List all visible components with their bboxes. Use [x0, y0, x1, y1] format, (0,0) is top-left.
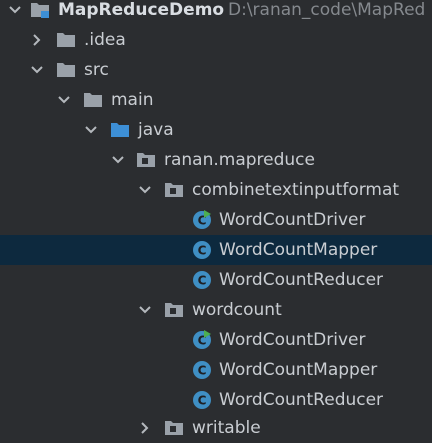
tree-row-class[interactable]: C WordCountMapper [0, 355, 432, 385]
chevron-down-icon[interactable] [108, 150, 128, 170]
project-name: MapReduceDemo [58, 0, 225, 20]
tree-item-label: wordcount [192, 300, 282, 320]
chevron-down-icon[interactable] [54, 90, 74, 110]
tree-row-class[interactable]: C WordCountReducer [0, 385, 432, 415]
svg-text:C: C [198, 274, 207, 288]
tree-row-package-ranan-mapreduce[interactable]: ranan.mapreduce [0, 145, 432, 175]
svg-text:C: C [198, 364, 207, 378]
tree-item-label: WordCountMapper [219, 240, 378, 260]
tree-item-label: combinetextinputformat [192, 180, 400, 200]
module-folder-icon [30, 0, 50, 20]
chevron-down-icon[interactable] [27, 60, 47, 80]
tree-row-class[interactable]: C WordCountDriver [0, 325, 432, 355]
tree-item-label: main [111, 90, 154, 110]
chevron-down-icon[interactable] [81, 120, 101, 140]
package-icon [164, 180, 184, 200]
tree-row-src[interactable]: src [0, 55, 432, 85]
class-icon: C [192, 360, 212, 380]
package-icon [164, 418, 184, 438]
chevron-down-icon[interactable] [135, 180, 155, 200]
tree-item-label: .idea [84, 30, 126, 50]
package-icon [136, 150, 156, 170]
tree-item-label: WordCountDriver [219, 210, 366, 230]
class-icon: C [192, 270, 212, 290]
tree-row-class[interactable]: C WordCountDriver [0, 205, 432, 235]
tree-item-label: WordCountMapper [219, 360, 378, 380]
source-root-folder-icon [110, 120, 130, 140]
tree-row-package-writable[interactable]: writable [0, 413, 432, 443]
class-icon: C [192, 240, 212, 260]
package-icon [164, 300, 184, 320]
tree-row-package-combinetextinputformat[interactable]: combinetextinputformat [0, 175, 432, 205]
tree-item-label: WordCountReducer [219, 390, 384, 410]
tree-item-label: writable [192, 418, 261, 438]
chevron-down-icon[interactable] [135, 300, 155, 320]
svg-text:C: C [198, 394, 207, 408]
tree-row-class-selected[interactable]: C WordCountMapper [0, 235, 432, 265]
tree-item-label: src [84, 60, 109, 80]
folder-icon [83, 90, 103, 110]
project-tree: MapReduceDemo D:\ranan_code\MapRed .idea… [0, 0, 432, 440]
tree-row-package-wordcount[interactable]: wordcount [0, 295, 432, 325]
tree-item-label: WordCountDriver [219, 330, 366, 350]
tree-row-java[interactable]: java [0, 115, 432, 145]
folder-icon [56, 60, 76, 80]
tree-item-label: ranan.mapreduce [164, 150, 315, 170]
tree-row-class[interactable]: C WordCountReducer [0, 265, 432, 295]
chevron-right-icon[interactable] [27, 30, 47, 50]
chevron-right-icon[interactable] [135, 418, 155, 438]
tree-row-main[interactable]: main [0, 85, 432, 115]
svg-text:C: C [198, 244, 207, 258]
project-path: D:\ranan_code\MapRed [228, 0, 426, 20]
tree-item-label: java [138, 120, 174, 140]
tree-row-project-root[interactable]: MapReduceDemo D:\ranan_code\MapRed [0, 0, 432, 25]
runnable-class-icon: C [192, 330, 212, 350]
runnable-class-icon: C [192, 210, 212, 230]
chevron-down-icon[interactable] [5, 0, 25, 20]
folder-icon [56, 30, 76, 50]
tree-item-label: WordCountReducer [219, 270, 384, 290]
class-icon: C [192, 390, 212, 410]
tree-row-idea[interactable]: .idea [0, 25, 432, 55]
